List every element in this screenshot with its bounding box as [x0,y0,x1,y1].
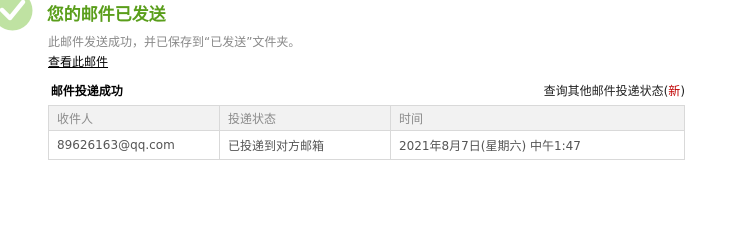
status-cell: 已投递到对方邮箱 [219,130,391,160]
delivery-status-table: 收件人 投递状态 时间 89626163@qq.com 已投递到对方邮箱 202… [48,105,685,160]
table-row: 89626163@qq.com 已投递到对方邮箱 2021年8月7日(星期六) … [48,130,685,160]
check-circle-icon [0,0,33,31]
column-header-time: 时间 [390,105,685,131]
new-badge: 新 [668,84,681,98]
mail-sent-page: 您的邮件已发送 此邮件发送成功，并已保存到“已发送”文件夹。 查看此邮件 邮件投… [0,0,747,206]
sent-confirmation-text: 此邮件发送成功，并已保存到“已发送”文件夹。 [48,35,301,49]
query-link-paren-close: ) [680,84,685,98]
table-header-row: 收件人 投递状态 时间 [48,105,685,131]
query-other-status-link[interactable]: 查询其他邮件投递状态(新) [544,83,685,99]
view-mail-link[interactable]: 查看此邮件 [48,54,108,70]
column-header-status: 投递状态 [219,105,391,131]
page-title: 您的邮件已发送 [47,5,166,25]
delivery-section-title: 邮件投递成功 [51,84,124,98]
time-cell: 2021年8月7日(星期六) 中午1:47 [390,130,685,160]
column-header-recipient: 收件人 [48,105,220,131]
query-link-label[interactable]: 查询其他邮件投递状态 [544,84,664,98]
recipient-cell: 89626163@qq.com [48,130,220,160]
